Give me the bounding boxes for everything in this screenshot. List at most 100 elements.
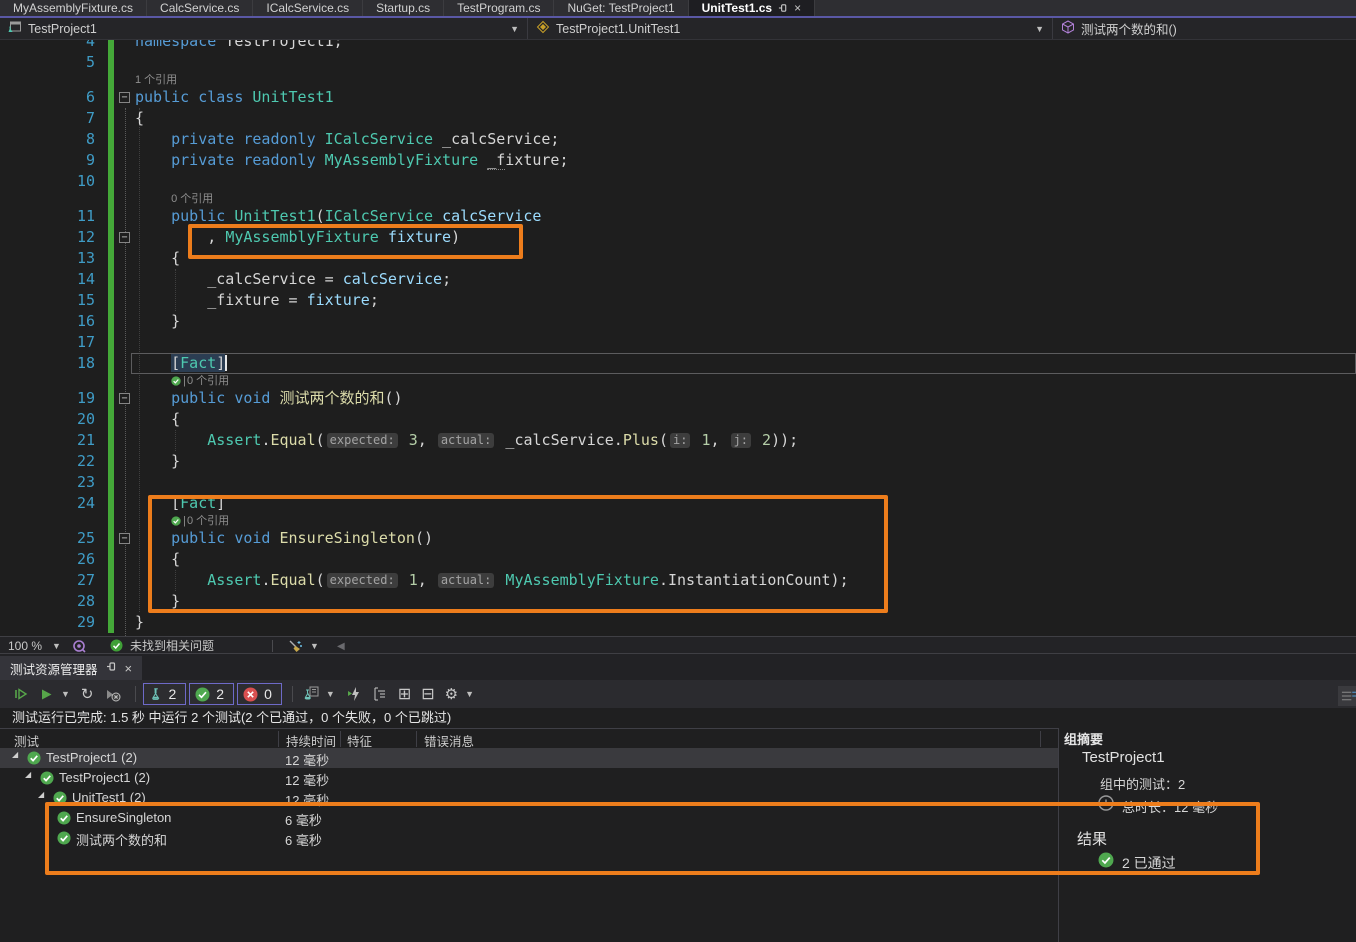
column-divider[interactable] <box>416 731 417 747</box>
line-number: 9 <box>0 150 95 171</box>
code-text: } <box>135 613 144 631</box>
test-row[interactable]: ◢TestProject1 (2)12 毫秒 <box>0 748 1058 768</box>
code-line-7[interactable]: 7{ <box>0 108 1356 129</box>
close-icon[interactable]: × <box>125 661 133 676</box>
zoom-level-dropdown[interactable]: 100 % <box>8 638 42 654</box>
test-run-status: 测试运行已完成: 1.5 秒 中运行 2 个测试(2 个已通过，0 个失败，0 … <box>12 708 451 728</box>
test-row[interactable]: ◢TestProject1 (2)12 毫秒 <box>0 768 1058 788</box>
file-tab[interactable]: CalcService.cs <box>147 0 253 16</box>
code-line-14[interactable]: 14 _calcService = calcService; <box>0 269 1356 290</box>
collapse-region-icon[interactable]: − <box>119 232 130 243</box>
run-after-build-button[interactable] <box>343 683 365 705</box>
summary-tests-in-group: 组中的测试：2 <box>1100 774 1185 793</box>
code-line-29[interactable]: 29} <box>0 612 1356 633</box>
code-line-20[interactable]: 20 { <box>0 409 1356 430</box>
scroll-left-icon[interactable]: ◀ <box>337 639 345 655</box>
cancel-run-button[interactable] <box>101 683 124 705</box>
nav-type-dropdown[interactable]: TestProject1.UnitTest1 ▼ <box>528 18 1053 39</box>
code-line-19[interactable]: 19− public void 测试两个数的和() <box>0 388 1356 409</box>
filter-total-toggle[interactable]: 2 <box>143 683 187 705</box>
code-line-11[interactable]: 11 public UnitTest1(ICalcService calcSer… <box>0 206 1356 227</box>
code-line-5[interactable]: 5 <box>0 52 1356 73</box>
check-circle-icon <box>57 831 71 848</box>
filter-failed-toggle[interactable]: 0 <box>237 683 282 705</box>
code-line-10[interactable]: 10 <box>0 171 1356 192</box>
panel-tab-title: 测试资源管理器 <box>10 659 98 678</box>
file-tab[interactable]: ICalcService.cs <box>253 0 363 16</box>
collapse-region-icon[interactable]: − <box>119 393 130 404</box>
fold-margin: − <box>95 388 135 409</box>
settings-gear-icon[interactable]: ⚙ <box>442 683 461 705</box>
code-line-28[interactable]: 28 } <box>0 591 1356 612</box>
repeat-last-run-button[interactable]: ↻ <box>78 683 97 705</box>
expander-icon[interactable]: ◢ <box>25 770 31 779</box>
test-row[interactable]: ◢UnitTest1 (2)12 毫秒 <box>0 788 1058 808</box>
code-line-23[interactable]: 23 <box>0 472 1356 493</box>
run-tests-button[interactable] <box>36 683 57 705</box>
chevron-down-icon[interactable]: ▼ <box>61 689 70 699</box>
codelens-row[interactable]: 0 个引用 <box>0 192 1356 206</box>
column-divider[interactable] <box>278 731 279 747</box>
codelens-row[interactable]: |0 个引用 <box>0 374 1356 388</box>
code-editor[interactable]: 4namespace TestProject1;51 个引用6−public c… <box>0 40 1356 636</box>
code-line-25[interactable]: 25− public void EnsureSingleton() <box>0 528 1356 549</box>
chevron-down-icon[interactable]: ▼ <box>52 638 61 654</box>
code-line-13[interactable]: 13 { <box>0 248 1356 269</box>
codelens-row[interactable]: 1 个引用 <box>0 73 1356 87</box>
file-tab[interactable]: MyAssemblyFixture.cs <box>0 0 147 16</box>
test-name: 测试两个数的和 <box>76 830 167 849</box>
code-line-17[interactable]: 17 <box>0 332 1356 353</box>
chevron-down-icon[interactable]: ▼ <box>465 689 474 699</box>
code-line-18[interactable]: 18 [Fact] <box>0 353 1356 374</box>
expander-icon[interactable]: ◢ <box>12 750 18 759</box>
code-line-22[interactable]: 22 } <box>0 451 1356 472</box>
code-line-12[interactable]: 12− , MyAssemblyFixture fixture) <box>0 227 1356 248</box>
chevron-down-icon[interactable]: ▼ <box>310 638 319 654</box>
run-all-tests-button[interactable] <box>10 683 32 705</box>
file-tab[interactable]: TestProgram.cs <box>444 0 554 16</box>
test-row[interactable]: 测试两个数的和6 毫秒 <box>0 828 1058 848</box>
playlist-button[interactable] <box>300 683 322 705</box>
code-line-15[interactable]: 15 _fixture = fixture; <box>0 290 1356 311</box>
summary-header: 组摘要 <box>1064 729 1103 748</box>
close-icon[interactable]: × <box>794 1 801 15</box>
codelens-row[interactable]: |0 个引用 <box>0 514 1356 528</box>
file-tab[interactable]: Startup.cs <box>363 0 444 16</box>
code-text: { <box>135 109 144 127</box>
code-text: private readonly ICalcService _calcServi… <box>135 130 559 148</box>
test-name: EnsureSingleton <box>76 810 171 825</box>
test-list-header[interactable]: 测试 持续时间 特征 错误消息 <box>0 728 1058 748</box>
nav-project-dropdown[interactable]: TestProject1 ▼ <box>0 18 528 39</box>
code-line-24[interactable]: 24 [Fact] <box>0 493 1356 514</box>
nav-member-dropdown[interactable]: 测试两个数的和() <box>1053 18 1356 39</box>
file-tab[interactable]: UnitTest1.cs× <box>689 0 815 16</box>
divider <box>272 640 273 652</box>
code-line-8[interactable]: 8 private readonly ICalcService _calcSer… <box>0 129 1356 150</box>
code-line-27[interactable]: 27 Assert.Equal(expected: 1, actual: MyA… <box>0 570 1356 591</box>
code-text: { <box>135 550 180 568</box>
line-number: 26 <box>0 549 95 570</box>
code-line-4[interactable]: 4namespace TestProject1; <box>0 40 1356 52</box>
expand-all-icon[interactable]: ⊞ <box>395 683 414 705</box>
line-number: 23 <box>0 472 95 493</box>
code-line-26[interactable]: 26 { <box>0 549 1356 570</box>
group-by-button[interactable] <box>369 683 391 705</box>
collapse-region-icon[interactable]: − <box>119 92 130 103</box>
column-divider[interactable] <box>340 731 341 747</box>
check-circle-icon <box>57 811 71 828</box>
pin-icon[interactable] <box>106 661 117 675</box>
code-line-21[interactable]: 21 Assert.Equal(expected: 3, actual: _ca… <box>0 430 1356 451</box>
expander-icon[interactable]: ◢ <box>38 790 44 799</box>
code-line-16[interactable]: 16 } <box>0 311 1356 332</box>
pin-icon[interactable] <box>778 3 788 13</box>
tab-test-explorer[interactable]: 测试资源管理器 × <box>0 656 142 680</box>
test-row[interactable]: EnsureSingleton6 毫秒 <box>0 808 1058 828</box>
column-divider[interactable] <box>1040 731 1041 747</box>
file-tab[interactable]: NuGet: TestProject1 <box>554 0 688 16</box>
collapse-region-icon[interactable]: − <box>119 533 130 544</box>
chevron-down-icon[interactable]: ▼ <box>326 689 335 699</box>
code-line-9[interactable]: 9 private readonly MyAssemblyFixture _fi… <box>0 150 1356 171</box>
code-line-6[interactable]: 6−public class UnitTest1 <box>0 87 1356 108</box>
filter-passed-toggle[interactable]: 2 <box>189 683 234 705</box>
collapse-all-icon[interactable]: ⊟ <box>418 683 437 705</box>
